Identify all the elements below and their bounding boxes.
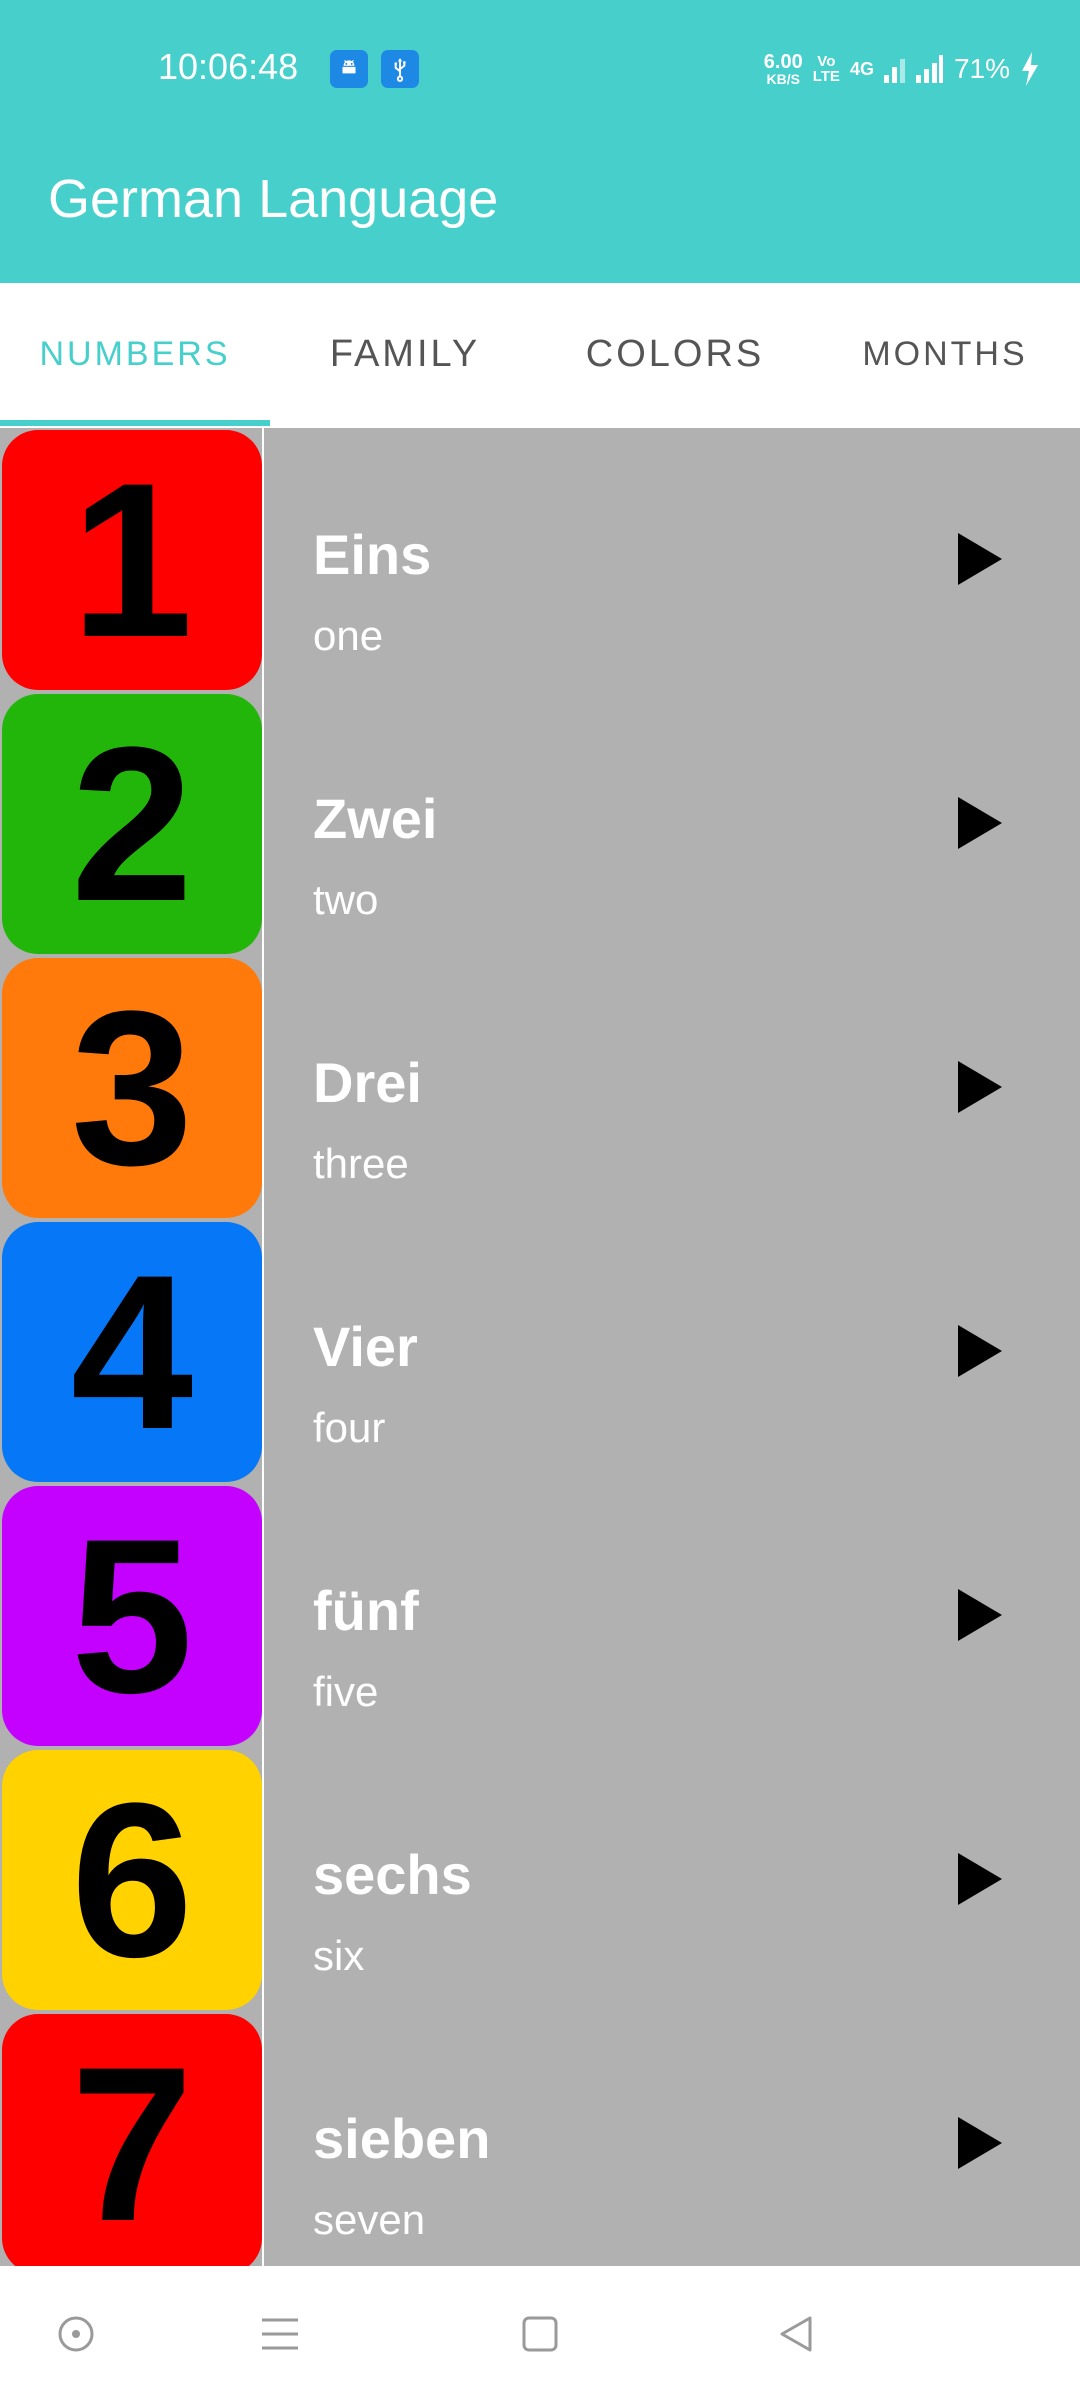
number-tile: 5	[2, 1486, 262, 1746]
german-word: Drei	[313, 1051, 422, 1114]
play-icon[interactable]	[958, 1325, 1002, 1377]
german-word: sieben	[313, 2107, 491, 2170]
english-translation: one	[313, 612, 384, 659]
back-triangle-icon[interactable]	[768, 2306, 824, 2362]
german-word: Eins	[313, 523, 432, 586]
status-time: 10:06:48	[158, 46, 299, 87]
english-translation: two	[313, 876, 379, 923]
battery-percent: 71%	[953, 53, 1010, 84]
number-tile: 3	[2, 958, 262, 1218]
tab-bar: NUMBERS FAMILY COLORS MONTHS	[0, 283, 1080, 426]
list-item[interactable]: 1 Eins one	[0, 428, 1080, 692]
battery-charging-icon	[1022, 52, 1038, 86]
usb-icon	[381, 50, 419, 88]
play-icon[interactable]	[958, 533, 1002, 585]
assistant-icon[interactable]	[48, 2306, 104, 2362]
tab-family[interactable]: FAMILY	[270, 283, 540, 426]
german-word: Vier	[313, 1315, 418, 1378]
app-title: German Language	[48, 169, 499, 229]
active-tab-indicator	[0, 420, 270, 426]
number-tile: 4	[2, 1222, 262, 1482]
network-type: 4G	[849, 58, 874, 79]
english-translation: six	[313, 1932, 365, 1979]
list-item[interactable]: 3 Drei three	[0, 956, 1080, 1220]
menu-icon[interactable]	[252, 2306, 308, 2362]
play-icon[interactable]	[958, 1853, 1002, 1905]
list-item[interactable]: 7 sieben seven	[0, 2012, 1080, 2266]
list-item[interactable]: 2 Zwei two	[0, 692, 1080, 956]
english-translation: five	[313, 1668, 379, 1715]
list-item[interactable]: 6 sechs six	[0, 1748, 1080, 2012]
app-header: 10:06:48 6.00 KB/S Vo LTE 4G 71% German …	[0, 0, 1080, 283]
tab-numbers[interactable]: NUMBERS	[0, 283, 270, 426]
number-tile: 1	[2, 430, 262, 690]
english-translation: three	[313, 1140, 409, 1187]
system-nav-bar	[0, 2266, 1080, 2400]
network-speed: 6.00 KB/S	[763, 51, 803, 87]
german-word: Zwei	[313, 787, 438, 850]
tab-colors[interactable]: COLORS	[540, 283, 810, 426]
tab-months[interactable]: MONTHS	[810, 283, 1080, 426]
list-item[interactable]: 5 fünf five	[0, 1484, 1080, 1748]
signal-icon	[883, 55, 943, 83]
english-translation: four	[313, 1404, 386, 1451]
numbers-list[interactable]: 1 Eins one 2 Zwei two 3 Drei three 4 Vie…	[0, 428, 1080, 2266]
play-icon[interactable]	[958, 1061, 1002, 1113]
german-word: sechs	[313, 1843, 472, 1906]
german-word: fünf	[313, 1579, 419, 1642]
number-tile: 2	[2, 694, 262, 954]
number-tile: 6	[2, 1750, 262, 2010]
list-item[interactable]: 4 Vier four	[0, 1220, 1080, 1484]
home-square-icon[interactable]	[512, 2306, 568, 2362]
english-translation: seven	[313, 2196, 426, 2243]
number-tile: 7	[2, 2014, 262, 2266]
play-icon[interactable]	[958, 2117, 1002, 2169]
volte-indicator: Vo LTE	[812, 53, 840, 85]
play-icon[interactable]	[958, 797, 1002, 849]
play-icon[interactable]	[958, 1589, 1002, 1641]
status-bar: 10:06:48 6.00 KB/S Vo LTE 4G 71%	[0, 0, 1080, 140]
android-debug-icon	[330, 50, 368, 88]
